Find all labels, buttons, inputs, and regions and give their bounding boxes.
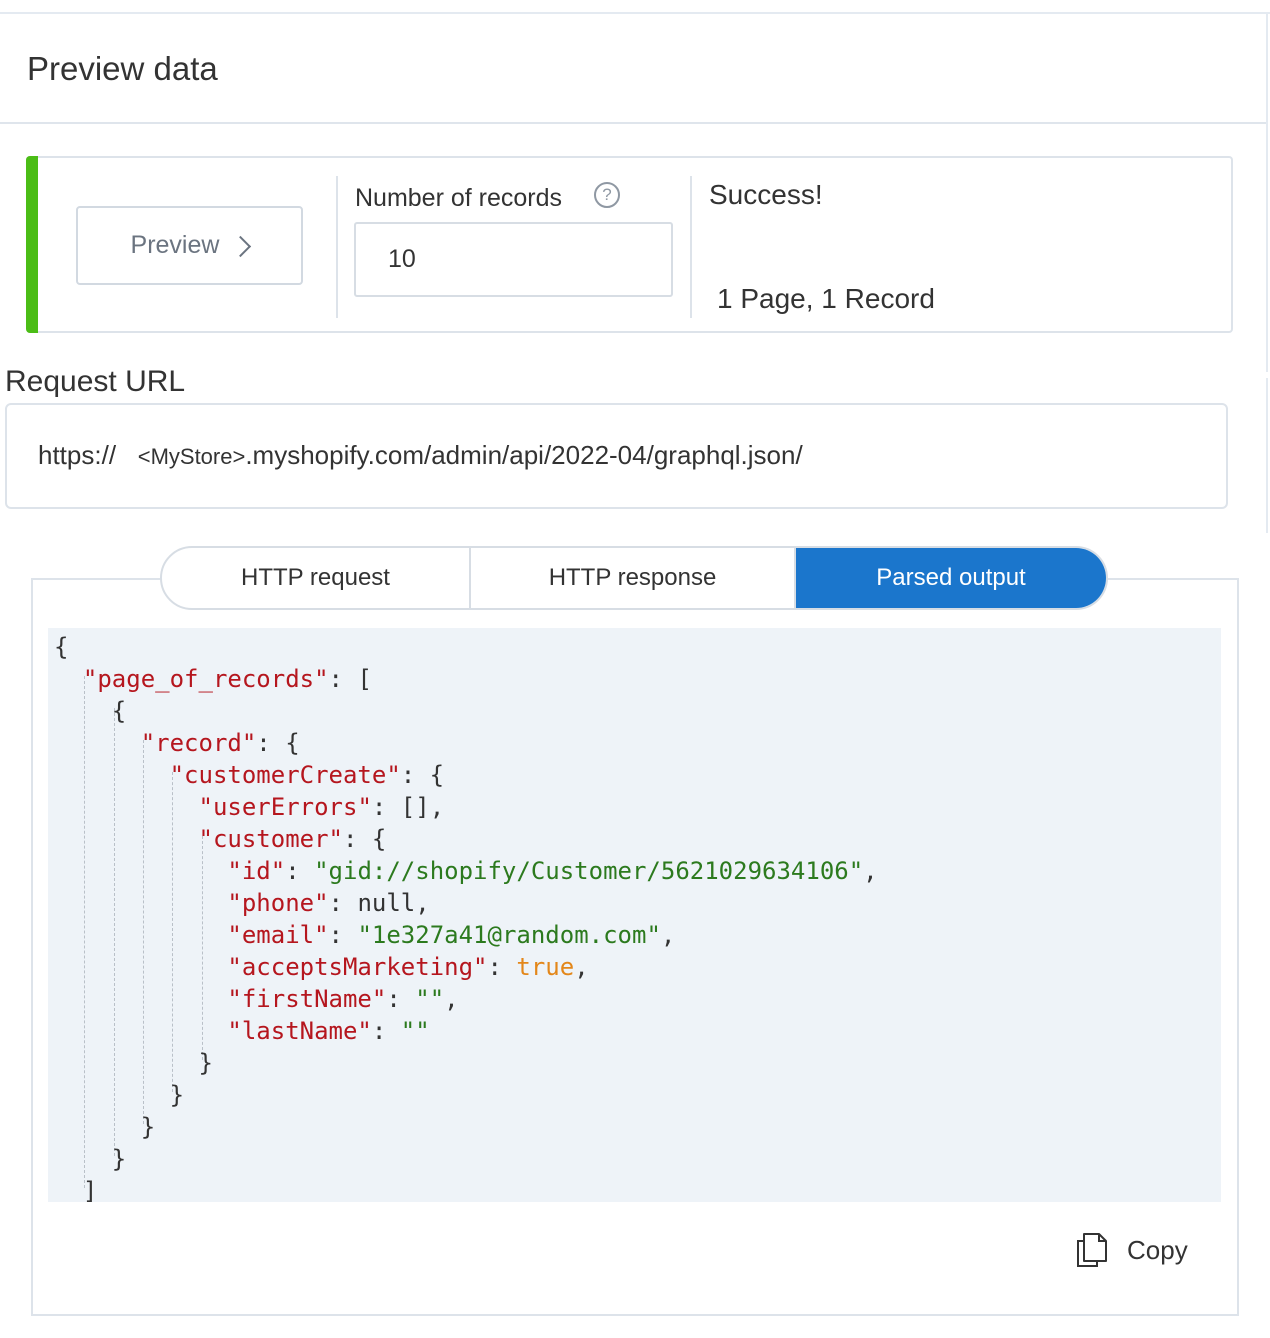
status-message: Success!	[709, 179, 823, 210]
json-string: ""	[400, 1017, 430, 1045]
records-label: Number of records	[355, 184, 563, 212]
tab-http-request[interactable]: HTTP request	[162, 548, 471, 608]
json-key: "userErrors"	[198, 793, 372, 821]
divider	[336, 176, 338, 318]
json-key: "email"	[227, 921, 329, 949]
url-store-placeholder: <MyStore>	[137, 444, 246, 469]
page-header: Preview data	[0, 14, 1268, 124]
preview-button-label: Preview	[130, 231, 220, 259]
output-tabs: HTTP request HTTP response Parsed output	[160, 546, 1108, 610]
json-key: "id"	[227, 857, 286, 885]
copy-label: Copy	[1127, 1234, 1188, 1265]
copy-button[interactable]: Copy	[1075, 1232, 1188, 1268]
divider	[690, 176, 692, 318]
url-prefix: https://	[38, 440, 117, 470]
json-key: "customer"	[198, 825, 344, 853]
page-title: Preview data	[27, 50, 218, 87]
panel-edge	[1266, 378, 1268, 533]
json-key: "page_of_records"	[82, 665, 329, 693]
json-key: "lastName"	[227, 1017, 372, 1045]
chevron-right-icon	[230, 235, 252, 257]
copy-icon	[1077, 1233, 1107, 1267]
request-url: https:// <MyStore>.myshopify.com/admin/a…	[38, 440, 803, 471]
panel-edge	[1266, 122, 1268, 372]
records-summary: 1 Page, 1 Record	[717, 283, 935, 314]
json-code: { "page_of_records": [ { "record": { "cu…	[54, 633, 878, 1202]
tab-http-response[interactable]: HTTP response	[471, 548, 796, 608]
json-string: "1e327a41@random.com"	[357, 921, 661, 949]
preview-button[interactable]: Preview	[76, 206, 303, 285]
json-key: "firstName"	[227, 985, 387, 1013]
json-string: "gid://shopify/Customer/5621029634106"	[314, 857, 864, 885]
tab-parsed-output[interactable]: Parsed output	[796, 548, 1106, 608]
json-key: "customerCreate"	[169, 761, 401, 789]
help-icon[interactable]: ?	[594, 182, 620, 208]
success-indicator-bar	[26, 156, 38, 333]
url-suffix: .myshopify.com/admin/api/2022-04/graphql…	[245, 440, 803, 470]
json-key: "record"	[140, 729, 257, 757]
records-input[interactable]	[354, 222, 673, 297]
request-url-label: Request URL	[5, 365, 186, 398]
json-viewer[interactable]: { "page_of_records": [ { "record": { "cu…	[48, 628, 1221, 1202]
json-string: ""	[415, 985, 445, 1013]
json-key: "acceptsMarketing"	[227, 953, 488, 981]
json-key: "phone"	[227, 889, 329, 917]
json-boolean: true	[516, 953, 575, 981]
json-null: null	[357, 889, 416, 917]
